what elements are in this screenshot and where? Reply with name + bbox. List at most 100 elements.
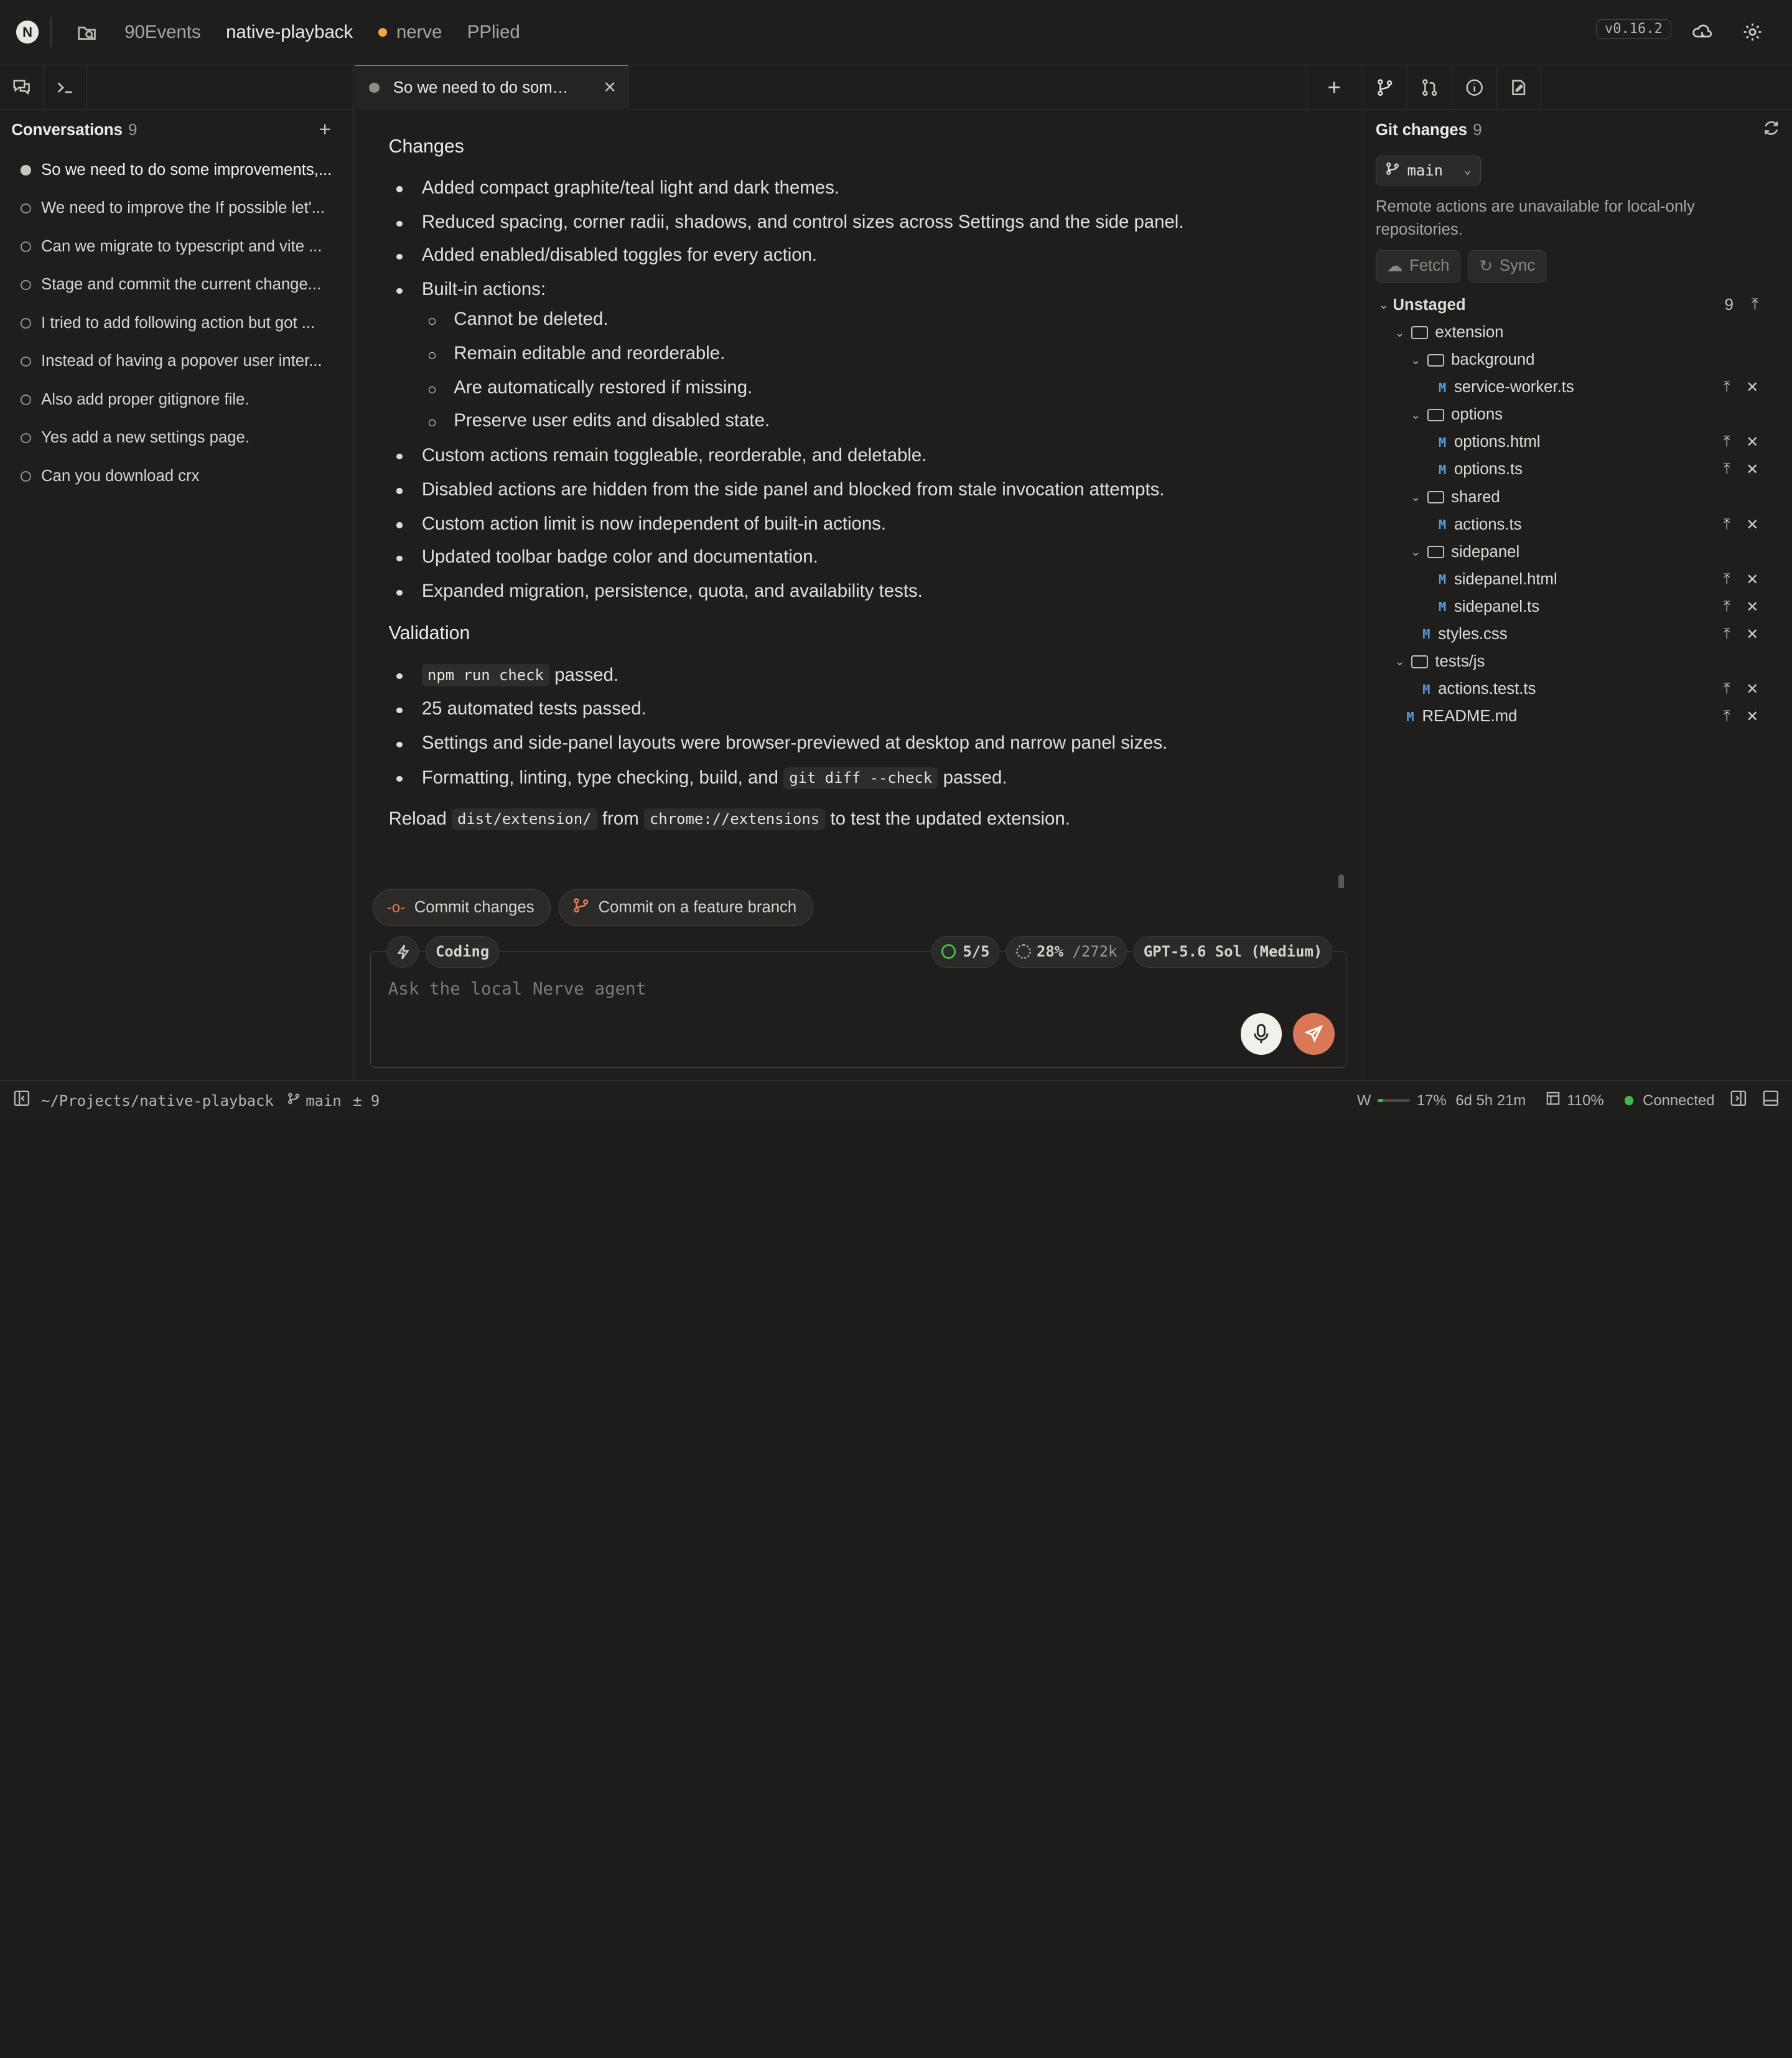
stage-file-icon[interactable]: ⤒ [1724,516,1730,534]
file-row[interactable]: Mactions.test.ts ⤒ ✕ [1363,676,1792,703]
discard-file-icon[interactable]: ✕ [1746,516,1758,534]
stage-file-icon[interactable]: ⤒ [1724,625,1730,643]
stage-all-icon[interactable]: ⤒ [1752,296,1758,314]
conversation-item[interactable]: So we need to do some improvements,... [0,151,353,189]
conversation-item[interactable]: Can we migrate to typescript and vite ..… [0,228,353,266]
branch-icon [287,1092,300,1110]
folder-row[interactable]: ⌄ options [1363,401,1792,429]
button-label: Commit changes [414,899,534,917]
toggle-bottom-panel-icon[interactable] [1763,1090,1779,1111]
discard-file-icon[interactable]: ✕ [1746,571,1758,589]
button-label: Commit on a feature branch [598,899,797,917]
model-selector[interactable]: GPT-5.6 Sol (Medium) [1134,935,1332,968]
terminal-icon[interactable] [44,65,87,110]
stage-file-icon[interactable]: ⤒ [1724,461,1730,479]
stage-file-icon[interactable]: ⤒ [1724,571,1730,589]
composer-input[interactable]: Ask the local Nerve agent [388,979,646,999]
stage-file-icon[interactable]: ⤒ [1724,378,1730,396]
discard-file-icon[interactable]: ✕ [1746,708,1758,726]
file-row[interactable]: Moptions.ts ⤒ ✕ [1363,456,1792,484]
status-branch[interactable]: main [306,1092,342,1110]
fetch-button[interactable]: ☁ Fetch [1375,250,1460,283]
discard-file-icon[interactable]: ✕ [1746,625,1758,643]
usage-bar-fill [1378,1098,1384,1103]
close-tab-icon[interactable]: ✕ [603,78,617,97]
commit-feature-branch-button[interactable]: Commit on a feature branch [559,889,813,926]
zoom-level[interactable]: 110% [1567,1092,1603,1110]
stage-file-icon[interactable]: ⤒ [1724,598,1730,616]
folder-row[interactable]: ⌄ shared [1363,484,1792,511]
file-row[interactable]: M README.md ⤒ ✕ [1363,703,1792,731]
conversation-item[interactable]: Stage and commit the current change... [0,266,353,304]
conversation-item[interactable]: We need to improve the If possible let'.… [0,189,353,228]
status-changes: ± 9 [353,1092,380,1110]
discard-file-icon[interactable]: ✕ [1746,680,1758,698]
file-row[interactable]: Mservice-worker.ts ⤒ ✕ [1363,374,1792,401]
message-composer[interactable]: Coding 5/5 28% /272k GPT-5.6 Sol (Medium… [370,935,1346,1068]
file-row[interactable]: Moptions.html ⤒ ✕ [1363,429,1792,456]
commit-changes-button[interactable]: -o- Commit changes [372,889,551,926]
conversation-item[interactable]: Yes add a new settings page. [0,419,353,457]
discard-file-icon[interactable]: ✕ [1746,461,1758,479]
folder-row[interactable]: ⌄ background [1363,347,1792,374]
context-total: /272k [1072,943,1118,961]
send-icon[interactable] [1293,1013,1335,1055]
file-row[interactable]: Mstyles.css ⤒ ✕ [1363,620,1792,648]
conversation-item[interactable]: Also add proper gitignore file. [0,381,353,419]
git-changes-header: Git changes 9 [1363,110,1792,151]
folder-row[interactable]: ⌄ extension [1363,319,1792,347]
stage-file-icon[interactable]: ⤒ [1724,433,1730,451]
project-tab-nerve[interactable]: nerve [378,22,442,43]
scrollbar-thumb[interactable] [1338,874,1345,889]
cloud-sync-icon[interactable] [1689,19,1714,44]
microphone-icon[interactable] [1240,1013,1282,1055]
refresh-icon[interactable] [1763,119,1780,142]
new-tab-plus-icon[interactable]: + [1306,65,1361,110]
discard-file-icon[interactable]: ✕ [1746,378,1758,396]
paragraph-text: from [597,808,644,830]
conversation-item[interactable]: I tried to add following action but got … [0,304,353,343]
lightning-icon[interactable] [386,935,419,968]
file-row[interactable]: Msidepanel.ts ⤒ ✕ [1363,593,1792,620]
notes-edit-icon[interactable] [1497,65,1542,110]
folder-row[interactable]: ⌄ sidepanel [1363,538,1792,566]
file-row[interactable]: Msidepanel.html ⤒ ✕ [1363,566,1792,593]
project-search-icon[interactable] [74,20,99,45]
file-row[interactable]: Mactions.ts ⤒ ✕ [1363,511,1792,538]
discard-file-icon[interactable]: ✕ [1746,598,1758,616]
info-icon[interactable] [1452,65,1497,110]
context-usage-badge[interactable]: 28% /272k [1006,935,1127,968]
pull-request-icon[interactable] [1407,65,1452,110]
conversations-count: 9 [128,121,138,139]
sync-button[interactable]: ↻ Sync [1468,250,1546,283]
conversation-item[interactable]: Can you download crx [0,457,353,496]
chat-tab[interactable]: So we need to do some i... ✕ [355,65,629,110]
file-name: options.html [1454,433,1541,451]
chat-bubbles-icon[interactable] [0,65,44,110]
branch-selector[interactable]: main ⌄ [1375,155,1481,185]
stage-file-icon[interactable]: ⤒ [1724,708,1730,726]
chat-tab-bar: So we need to do some i... ✕ + [355,65,1361,110]
app-logo[interactable]: N [16,21,39,44]
folder-icon [1427,353,1445,367]
unstaged-section-header[interactable]: ⌄ Unstaged 9 ⤒ [1363,291,1792,319]
stage-file-icon[interactable]: ⤒ [1724,680,1730,698]
git-branch-icon[interactable] [1363,65,1408,110]
folder-row[interactable]: ⌄ tests/js [1363,648,1792,675]
new-conversation-plus-icon[interactable]: + [319,118,330,142]
remote-note: Remote actions are unavailable for local… [1375,198,1695,238]
list-item: Built-in actions: [396,279,546,300]
project-tab-90events[interactable]: 90Events [124,22,200,43]
discard-file-icon[interactable]: ✕ [1746,433,1758,451]
project-tab-native-playback[interactable]: native-playback [226,22,353,43]
tasks-progress-badge[interactable]: 5/5 [931,935,1000,968]
conversation-item[interactable]: Instead of having a popover user inter..… [0,342,353,381]
conversation-title: Instead of having a popover user inter..… [41,352,322,370]
toggle-sidebar-icon[interactable] [14,1090,30,1111]
toggle-right-panel-icon[interactable] [1730,1090,1747,1111]
mode-selector[interactable]: Coding [426,935,499,968]
workspace-path[interactable]: ~/Projects/native-playback [41,1092,274,1110]
project-tab-pplied[interactable]: PPlied [467,22,520,43]
status-ring-icon [21,356,31,367]
settings-gear-icon[interactable] [1740,19,1765,44]
